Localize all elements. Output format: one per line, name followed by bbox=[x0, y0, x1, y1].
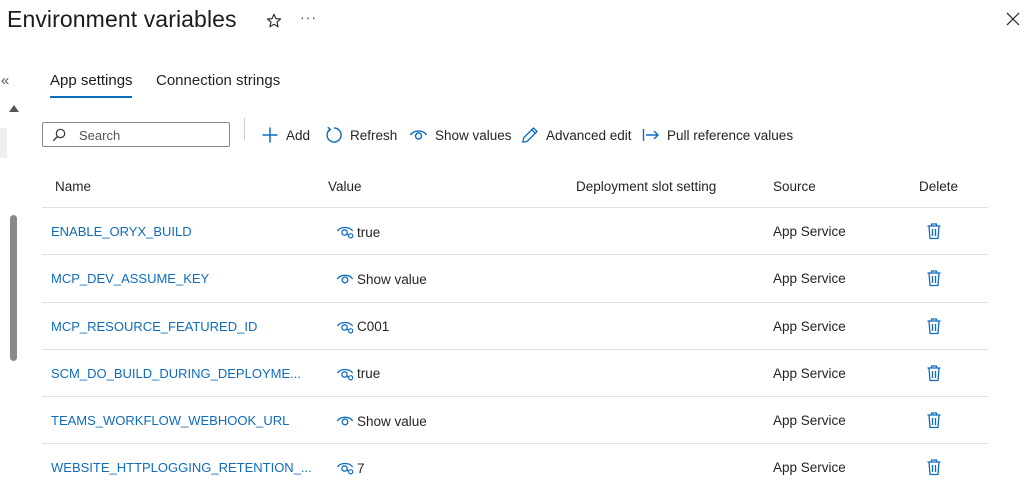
setting-value: true bbox=[336, 222, 380, 242]
delete-trash-icon[interactable] bbox=[926, 458, 942, 476]
value-text[interactable]: Show value bbox=[357, 414, 427, 429]
collapse-menu-icon[interactable]: « bbox=[1, 72, 9, 89]
delete-trash-icon[interactable] bbox=[926, 269, 942, 287]
value-text: true bbox=[357, 224, 381, 240]
source-text: App Service bbox=[773, 460, 846, 476]
toolbar-divider bbox=[244, 118, 245, 140]
advanced-edit-button[interactable]: Advanced edit bbox=[521, 124, 632, 146]
value-text: 7 bbox=[357, 460, 365, 476]
scrollbar-thumb[interactable] bbox=[10, 215, 17, 361]
source-text: App Service bbox=[773, 365, 846, 381]
tab-label: App settings bbox=[50, 72, 133, 89]
search-icon bbox=[52, 128, 66, 142]
search-input[interactable] bbox=[79, 126, 224, 144]
close-icon[interactable] bbox=[1006, 12, 1020, 26]
column-header-source[interactable]: Source bbox=[773, 179, 816, 194]
value-text[interactable]: Show value bbox=[357, 272, 427, 287]
source-text: App Service bbox=[773, 413, 846, 429]
table-row: ENABLE_ORYX_BUILD true App Service bbox=[42, 208, 988, 256]
pull-reference-values-button[interactable]: Pull reference values bbox=[642, 124, 793, 146]
refresh-button[interactable]: Refresh bbox=[325, 124, 397, 146]
delete-trash-icon[interactable] bbox=[926, 222, 942, 240]
rail-track bbox=[0, 128, 7, 158]
table-body: ENABLE_ORYX_BUILD true App Service MCP_DEV_… bbox=[42, 208, 988, 492]
eye-icon[interactable] bbox=[336, 272, 354, 286]
hide-eye-icon[interactable] bbox=[336, 320, 354, 334]
delete-trash-icon[interactable] bbox=[926, 317, 942, 335]
page-title: Environment variables bbox=[7, 6, 237, 32]
setting-value: Show value bbox=[336, 411, 427, 431]
add-button[interactable]: Add bbox=[261, 124, 310, 146]
table-row: WEBSITE_HTTPLOGGING_RETENTION_... 7 App Se… bbox=[42, 444, 988, 491]
eye-icon bbox=[409, 130, 428, 140]
hide-eye-icon[interactable] bbox=[336, 461, 354, 476]
column-header-delete: Delete bbox=[919, 179, 959, 194]
setting-value: 7 bbox=[336, 458, 365, 478]
pencil-icon bbox=[522, 127, 538, 143]
advanced-edit-label: Advanced edit bbox=[546, 127, 632, 143]
hide-eye-icon[interactable] bbox=[336, 367, 354, 381]
refresh-label: Refresh bbox=[350, 127, 398, 143]
table-row: MCP_RESOURCE_FEATURED_ID C001 App Service bbox=[42, 303, 988, 350]
table-row: SCM_DO_BUILD_DURING_DEPLOYME... true App S… bbox=[42, 350, 988, 398]
app-settings-table: Name Value Deployment slot setting Sourc… bbox=[42, 168, 988, 492]
setting-name-link[interactable]: ENABLE_ORYX_BUILD bbox=[51, 224, 192, 239]
column-header-slot-setting[interactable]: Deployment slot setting bbox=[576, 179, 716, 194]
add-label: Add bbox=[286, 127, 311, 143]
table-row: MCP_DEV_ASSUME_KEY Show value App Service bbox=[42, 255, 988, 303]
setting-name-link[interactable]: TEAMS_WORKFLOW_WEBHOOK_URL bbox=[51, 413, 289, 428]
delete-trash-icon[interactable] bbox=[926, 364, 942, 382]
search-box[interactable] bbox=[42, 122, 230, 147]
source-text: App Service bbox=[773, 318, 846, 334]
show-values-label: Show values bbox=[435, 127, 512, 143]
tab-connection-strings[interactable]: Connection strings bbox=[156, 72, 280, 89]
table-row: TEAMS_WORKFLOW_WEBHOOK_URL Show value App … bbox=[42, 397, 988, 445]
column-header-name[interactable]: Name bbox=[55, 179, 91, 194]
favorite-star-icon[interactable] bbox=[266, 13, 282, 29]
scroll-up-icon[interactable] bbox=[9, 105, 19, 112]
setting-name-link[interactable]: WEBSITE_HTTPLOGGING_RETENTION_... bbox=[51, 460, 312, 475]
source-text: App Service bbox=[773, 271, 846, 287]
pull-reference-values-label: Pull reference values bbox=[667, 127, 794, 143]
active-tab-indicator bbox=[50, 96, 132, 98]
left-rail: « bbox=[0, 66, 22, 486]
source-text: App Service bbox=[773, 224, 846, 239]
hide-eye-icon[interactable] bbox=[336, 225, 354, 239]
setting-value: true bbox=[336, 364, 380, 384]
more-options-icon[interactable]: ··· bbox=[300, 9, 317, 25]
delete-trash-icon[interactable] bbox=[926, 411, 942, 429]
show-values-button[interactable]: Show values bbox=[409, 124, 512, 146]
value-text: C001 bbox=[357, 319, 390, 335]
add-icon bbox=[262, 127, 278, 143]
pull-arrow-icon bbox=[642, 129, 659, 141]
setting-name-link[interactable]: SCM_DO_BUILD_DURING_DEPLOYME... bbox=[51, 366, 301, 381]
tab-app-settings[interactable]: App settings bbox=[50, 72, 133, 98]
setting-value: Show value bbox=[336, 269, 427, 289]
column-header-value[interactable]: Value bbox=[328, 179, 362, 194]
table-header: Name Value Deployment slot setting Sourc… bbox=[42, 168, 988, 208]
value-text: true bbox=[357, 366, 381, 382]
eye-icon[interactable] bbox=[336, 414, 354, 428]
setting-value: C001 bbox=[336, 317, 389, 337]
setting-name-link[interactable]: MCP_RESOURCE_FEATURED_ID bbox=[51, 319, 257, 334]
page-header: Environment variables ··· bbox=[0, 0, 1024, 50]
setting-name-link[interactable]: MCP_DEV_ASSUME_KEY bbox=[51, 271, 209, 286]
refresh-icon bbox=[326, 126, 342, 143]
tab-label: Connection strings bbox=[156, 72, 281, 89]
command-bar: Add Refresh Show values Advanced edit Pu… bbox=[42, 118, 1002, 152]
